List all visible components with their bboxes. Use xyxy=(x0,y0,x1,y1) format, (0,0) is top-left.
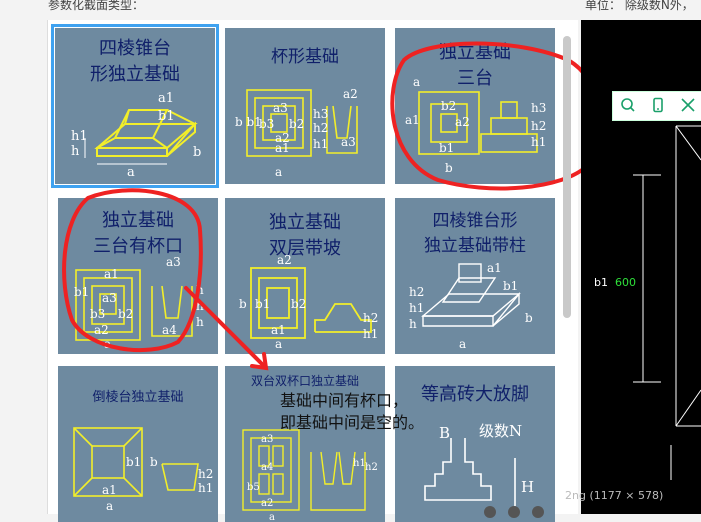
expand-icon[interactable] xyxy=(679,97,697,115)
cad-dimension-value: 600 xyxy=(615,276,636,289)
cad-dimension-label: b1 xyxy=(594,276,608,289)
nav-dot[interactable] xyxy=(508,506,520,518)
nav-dot[interactable] xyxy=(484,506,496,518)
image-size-info: 2ng (1177 × 578) xyxy=(565,489,664,502)
nav-dot[interactable] xyxy=(532,506,544,518)
vertical-scrollbar[interactable] xyxy=(563,36,571,318)
section-label: 参数化截面类型： xyxy=(48,0,145,12)
floating-toolbar xyxy=(612,91,701,121)
annotation-note: 基础中间有杯口， 即基础中间是空的。 xyxy=(280,391,425,432)
section-type-panel: 四棱锥台 形独立基础 a1 b1 h1 h a b 杯形基础 a2 b b1 b… xyxy=(47,20,602,522)
red-annotation-marks xyxy=(62,41,602,371)
unit-label: 单位： 除级数N外， xyxy=(585,0,694,12)
search-icon[interactable] xyxy=(619,97,637,115)
phone-icon[interactable] xyxy=(649,97,667,115)
